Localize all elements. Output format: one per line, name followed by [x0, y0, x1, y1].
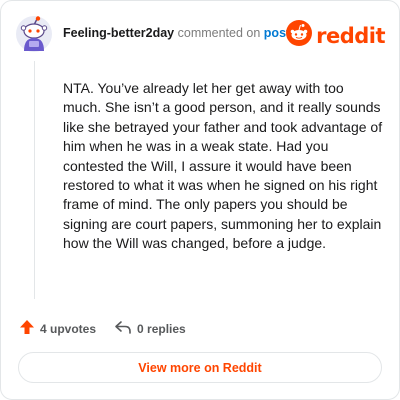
reply-arrow-icon[interactable] [114, 319, 132, 338]
reddit-wordmark: reddit [316, 23, 385, 48]
comment-text: NTA. You’ve already let her get away wit… [63, 80, 383, 252]
comment-actions: 4 upvotes 0 replies [19, 319, 186, 338]
upvote-count: 4 upvotes [40, 321, 97, 336]
user-avatar-icon[interactable] [15, 15, 53, 53]
username-link[interactable]: Feeling-better2day [63, 26, 174, 40]
view-more-button[interactable]: View more on Reddit [18, 352, 382, 383]
reddit-logo-icon [286, 20, 313, 51]
reddit-brand[interactable]: reddit [286, 20, 385, 51]
commented-on-label: commented on [177, 26, 261, 40]
reply-count: 0 replies [137, 321, 186, 336]
upvote-arrow-icon[interactable] [19, 319, 35, 338]
upvote-action[interactable]: 4 upvotes [19, 319, 96, 338]
comment-embed-card: Feeling-better2day commented on post red… [0, 0, 400, 400]
thread-line [34, 61, 35, 299]
reply-action[interactable]: 0 replies [114, 319, 186, 338]
comment-header: Feeling-better2day commented on post [63, 26, 290, 40]
